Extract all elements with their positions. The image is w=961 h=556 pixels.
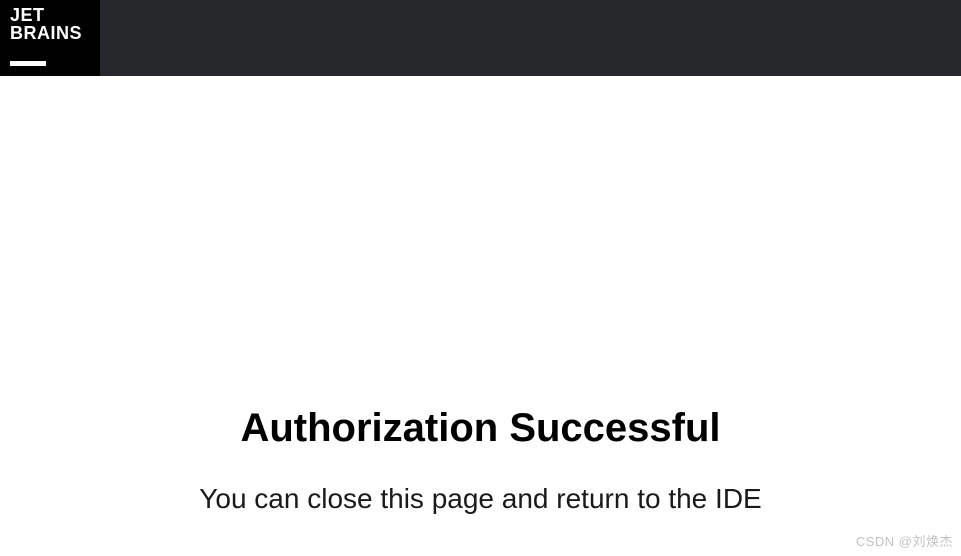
logo-underline — [10, 61, 46, 66]
logo-line2: BRAINS — [10, 24, 90, 42]
jetbrains-logo[interactable]: JET BRAINS — [0, 0, 100, 76]
page-title: Authorization Successful — [0, 406, 961, 451]
page-header: JET BRAINS — [0, 0, 961, 76]
logo-text-block: JET BRAINS — [10, 6, 90, 42]
logo-line1: JET — [10, 6, 90, 24]
page-subtitle: You can close this page and return to th… — [0, 483, 961, 515]
watermark-text: CSDN @刘焕杰 — [856, 531, 953, 550]
main-content: Authorization Successful You can close t… — [0, 76, 961, 515]
